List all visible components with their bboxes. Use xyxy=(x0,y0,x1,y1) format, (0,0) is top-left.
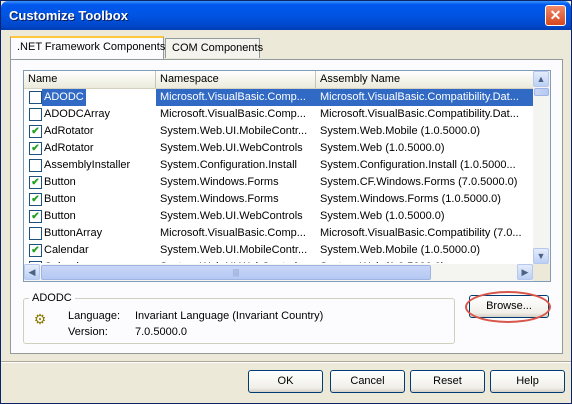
row-assembly-name: System.Web (1.0.5000.0) xyxy=(320,210,445,222)
details-group-title: ADODC xyxy=(29,292,75,304)
row-assembly-name: System.Windows.Forms (1.0.5000.0) xyxy=(320,193,501,205)
scroll-left-icon[interactable]: ◀ xyxy=(24,264,40,280)
row-checkbox[interactable]: ✔ xyxy=(29,193,42,206)
row-checkbox[interactable]: ✔ xyxy=(29,176,42,189)
tab-net-framework-components[interactable]: .NET Framework Components xyxy=(10,36,165,59)
table-row[interactable]: ADODCArray Microsoft.VisualBasic.Comp... M… xyxy=(24,106,534,123)
row-name: ADODCArray xyxy=(44,108,111,120)
table-row[interactable]: ✔ AdRotator System.Web.UI.WebControls Syste… xyxy=(24,140,534,157)
language-label: Language: xyxy=(68,310,120,322)
row-namespace: System.Configuration.Install xyxy=(160,159,297,171)
row-namespace: System.Web.UI.MobileContr... xyxy=(160,244,308,256)
row-name: ButtonArray xyxy=(44,227,103,239)
components-list[interactable]: Name Namespace Assembly Name ADODC Micros… xyxy=(23,70,551,282)
row-checkbox[interactable]: ✔ xyxy=(29,261,42,263)
row-namespace: Microsoft.VisualBasic.Comp... xyxy=(160,108,306,120)
column-header-namespace[interactable]: Namespace xyxy=(156,71,316,88)
row-assembly-name: System.CF.Windows.Forms (7.0.5000.0) xyxy=(320,176,518,188)
row-name: Button xyxy=(44,210,76,222)
row-name: AssemblyInstaller xyxy=(44,159,131,171)
row-namespace: System.Web.UI.WebControls xyxy=(160,142,303,154)
table-row[interactable]: ✔ Button System.Windows.Forms System.CF.Win… xyxy=(24,174,534,191)
table-row[interactable]: AssemblyInstaller System.Configuration.In… xyxy=(24,157,534,174)
cancel-button[interactable]: Cancel xyxy=(330,370,405,393)
column-header-name[interactable]: Name xyxy=(24,71,156,88)
row-assembly-name: Microsoft.VisualBasic.Compatibility.Dat.… xyxy=(320,108,519,120)
row-checkbox[interactable]: ✔ xyxy=(29,125,42,138)
row-namespace: System.Web.UI.WebControls xyxy=(160,210,303,222)
scroll-down-icon[interactable]: ▼ xyxy=(533,248,549,264)
browse-button[interactable]: Browse... xyxy=(469,295,549,318)
close-button[interactable]: ✕ xyxy=(545,5,566,26)
row-name: Calendar xyxy=(42,259,91,263)
row-name: Button xyxy=(44,176,76,188)
window-title: Customize Toolbox xyxy=(9,8,128,23)
row-name: Calendar xyxy=(44,244,89,256)
row-name: AdRotator xyxy=(44,125,94,137)
version-value: 7.0.5000.0 xyxy=(135,326,187,338)
scrollbar-corner xyxy=(533,264,550,281)
title-bar[interactable]: Customize Toolbox ✕ xyxy=(1,1,571,30)
customize-toolbox-dialog: Customize Toolbox ✕ .NET Framework Compo… xyxy=(0,0,572,404)
row-namespace: Microsoft.VisualBasic.Comp... xyxy=(160,227,306,239)
row-checkbox[interactable]: ✔ xyxy=(29,142,42,155)
reset-button[interactable]: Reset xyxy=(410,370,485,393)
row-checkbox[interactable] xyxy=(29,159,42,172)
vertical-scrollbar[interactable]: ▲ ▼ xyxy=(533,71,550,264)
tab-com-components[interactable]: COM Components xyxy=(165,38,263,58)
row-namespace: System.Web.UI.WebControls xyxy=(156,259,316,263)
row-assembly-name: Microsoft.VisualBasic.Compatibility (7.0… xyxy=(320,227,522,239)
row-checkbox[interactable]: ✔ xyxy=(29,210,42,223)
row-assembly-name: System.Configuration.Install (1.0.5000..… xyxy=(320,159,516,171)
language-value: Invariant Language (Invariant Country) xyxy=(135,310,324,322)
row-name: AdRotator xyxy=(44,142,94,154)
gear-icon: ⚙ xyxy=(33,311,47,327)
scroll-up-icon[interactable]: ▲ xyxy=(533,71,549,87)
divider xyxy=(1,361,571,363)
table-row[interactable]: ✔ Button System.Windows.Forms System.Window… xyxy=(24,191,534,208)
column-header-assembly-name[interactable]: Assembly Name xyxy=(316,71,534,88)
horizontal-scrollbar[interactable]: ◀ ||| ▶ xyxy=(24,264,534,281)
ok-button[interactable]: OK xyxy=(248,370,323,393)
row-namespace: System.Windows.Forms xyxy=(160,176,279,188)
row-namespace: System.Web.UI.MobileContr... xyxy=(160,125,308,137)
row-assembly-name: System.Web.Mobile (1.0.5000.0) xyxy=(320,244,480,256)
row-checkbox[interactable] xyxy=(29,91,42,104)
row-checkbox[interactable]: ✔ xyxy=(29,244,42,257)
vertical-scroll-thumb[interactable] xyxy=(534,88,549,96)
row-name: ADODC xyxy=(42,89,86,106)
row-name: Button xyxy=(44,193,76,205)
column-header: Name Namespace Assembly Name xyxy=(24,71,534,89)
row-assembly-name: System.Web.Mobile (1.0.5000.0) xyxy=(320,125,480,137)
help-button[interactable]: Help xyxy=(490,370,565,393)
table-row[interactable]: ✔ Calendar System.Web.UI.MobileContr... Sys… xyxy=(24,242,534,259)
row-namespace: System.Windows.Forms xyxy=(160,193,279,205)
table-row[interactable]: ✔ Button System.Web.UI.WebControls System.W… xyxy=(24,208,534,225)
row-assembly-name: System.Web (1.0.5000.0) xyxy=(320,142,445,154)
row-namespace: Microsoft.VisualBasic.Comp... xyxy=(156,89,316,106)
table-rows: ADODC Microsoft.VisualBasic.Comp... Micros… xyxy=(24,89,534,263)
version-label: Version: xyxy=(68,326,108,338)
row-checkbox[interactable] xyxy=(29,227,42,240)
table-row[interactable]: ✔Calendar System.Web.UI.WebControlsSystem… xyxy=(24,259,534,263)
row-assembly-name: Microsoft.VisualBasic.Compatibility.Dat.… xyxy=(316,89,534,106)
scroll-right-icon[interactable]: ▶ xyxy=(517,264,533,280)
row-checkbox[interactable] xyxy=(29,108,42,121)
table-row[interactable]: ButtonArray Microsoft.VisualBasic.Comp...… xyxy=(24,225,534,242)
horizontal-scroll-thumb[interactable]: ||| xyxy=(41,265,431,280)
table-row[interactable]: ✔ AdRotator System.Web.UI.MobileContr... Sy… xyxy=(24,123,534,140)
table-row[interactable]: ADODC Microsoft.VisualBasic.Comp... Micros… xyxy=(24,89,534,106)
row-assembly-name: System.Web (1.0.5000.0) xyxy=(316,259,534,263)
